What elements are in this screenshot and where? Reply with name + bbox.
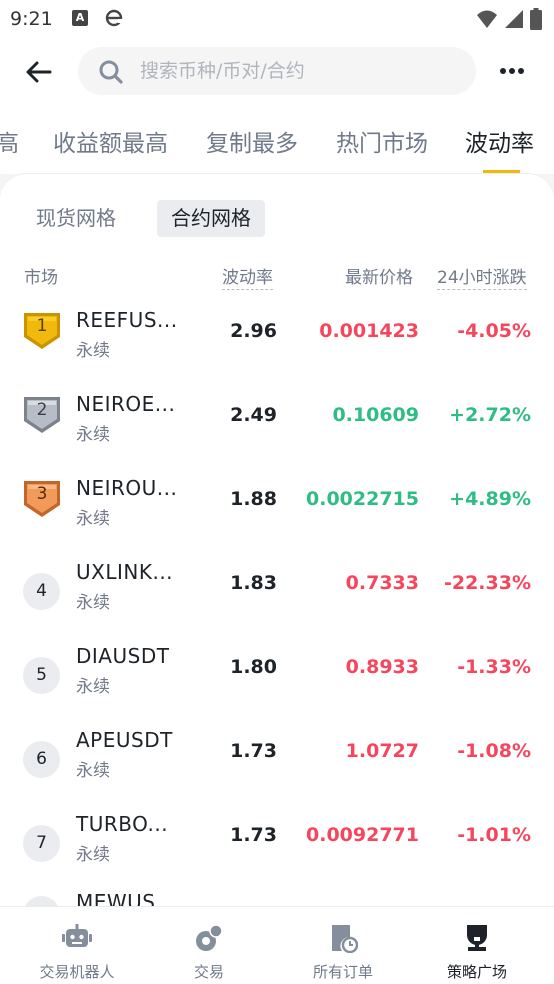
category-tabs: 高 收益额最高 复制最多 热门市场 波动率 bbox=[0, 102, 554, 174]
search-bar[interactable] bbox=[78, 47, 476, 95]
change-24h: -1.08% bbox=[457, 740, 531, 762]
symbol-name: TURBO... bbox=[76, 812, 169, 836]
symbol-name: REEFUS... bbox=[76, 308, 178, 332]
latest-price: 0.7333 bbox=[345, 572, 419, 594]
symbol-name: NEIROE... bbox=[76, 392, 176, 416]
tab-highest-partial[interactable]: 高 bbox=[0, 124, 19, 158]
nav-label: 策略广场 bbox=[446, 963, 507, 981]
latest-price: 0.0092771 bbox=[306, 824, 419, 846]
volatility-value: 1.80 bbox=[230, 656, 277, 678]
volatility-value: 1.73 bbox=[230, 824, 277, 846]
orders-icon bbox=[332, 925, 358, 953]
change-24h: -4.05% bbox=[457, 320, 531, 342]
latest-price: 0.001423 bbox=[319, 320, 419, 342]
nav-label: 交易 bbox=[193, 963, 224, 981]
contract-type: 永续 bbox=[76, 509, 110, 529]
change-24h: +4.89% bbox=[449, 488, 531, 510]
back-arrow-icon[interactable] bbox=[24, 57, 54, 87]
column-24h-change[interactable]: 24小时涨跌 bbox=[437, 263, 527, 290]
header bbox=[0, 40, 554, 102]
trophy-icon bbox=[467, 925, 487, 951]
nav-trade[interactable]: 交易 bbox=[140, 907, 278, 984]
search-input[interactable] bbox=[140, 47, 460, 95]
list-item[interactable]: 2 NEIROE... 永续 2.49 0.10609 +2.72% bbox=[0, 384, 554, 468]
rank-number: 3 bbox=[36, 484, 48, 504]
list-item[interactable]: 6 APEUSDT 永续 1.73 1.0727 -1.08% bbox=[0, 720, 554, 804]
contract-type: 永续 bbox=[76, 593, 110, 613]
volatility-value: 1.73 bbox=[230, 740, 277, 762]
tab-most-copied[interactable]: 复制最多 bbox=[206, 124, 298, 158]
rank-number: 2 bbox=[36, 400, 48, 420]
browser-notification-icon bbox=[105, 9, 123, 27]
latest-price: 0.0022715 bbox=[306, 488, 419, 510]
ranking-card: 现货网格 合约网格 市场 波动率 最新价格 24小时涨跌 1 REEFUS...… bbox=[0, 174, 554, 914]
signal-icon bbox=[505, 10, 523, 28]
latest-price: 0.8933 bbox=[345, 656, 419, 678]
rank-number: 1 bbox=[36, 316, 48, 336]
latest-price: 1.0727 bbox=[345, 740, 419, 762]
volatility-value: 2.49 bbox=[230, 404, 277, 426]
nav-strategy-square[interactable]: 策略广场 bbox=[408, 907, 546, 984]
sub-tab-futures-grid[interactable]: 合约网格 bbox=[157, 200, 265, 237]
nav-label: 所有订单 bbox=[312, 963, 373, 981]
volatility-value: 1.88 bbox=[230, 488, 277, 510]
trade-icon bbox=[196, 924, 223, 951]
contract-type: 永续 bbox=[76, 845, 110, 865]
tab-volatility[interactable]: 波动率 bbox=[465, 124, 534, 158]
list-item[interactable]: 3 NEIROU... 永续 1.88 0.0022715 +4.89% bbox=[0, 468, 554, 552]
volatility-value: 1.83 bbox=[230, 572, 277, 594]
sub-tab-spot-grid[interactable]: 现货网格 bbox=[22, 200, 130, 237]
notification-app-icon: A bbox=[72, 10, 88, 26]
change-24h: -1.33% bbox=[457, 656, 531, 678]
volatility-value: 2.96 bbox=[230, 320, 277, 342]
nav-label: 交易机器人 bbox=[39, 963, 115, 981]
search-icon bbox=[99, 60, 123, 84]
rank-number: 5 bbox=[23, 657, 60, 694]
symbol-name: UXLINK... bbox=[76, 560, 174, 584]
change-24h: +2.72% bbox=[449, 404, 531, 426]
list-item[interactable]: 5 DIAUSDT 永续 1.80 0.8933 -1.33% bbox=[0, 636, 554, 720]
rank-number: 6 bbox=[23, 741, 60, 778]
symbol-name: APEUSDT bbox=[76, 728, 173, 752]
latest-price: 0.10609 bbox=[332, 404, 419, 426]
tab-highest-earnings[interactable]: 收益额最高 bbox=[53, 124, 168, 158]
nav-trading-bots[interactable]: 交易机器人 bbox=[8, 907, 146, 984]
column-market: 市场 bbox=[24, 268, 58, 288]
rank-number: 7 bbox=[23, 825, 60, 862]
change-24h: -22.33% bbox=[443, 572, 531, 594]
contract-type: 永续 bbox=[76, 761, 110, 781]
tab-hot-markets[interactable]: 热门市场 bbox=[336, 124, 428, 158]
status-time: 9:21 bbox=[10, 8, 53, 30]
list-item[interactable]: 1 REEFUS... 永续 2.96 0.001423 -4.05% bbox=[0, 300, 554, 384]
list-item[interactable]: 4 UXLINK... 永续 1.83 0.7333 -22.33% bbox=[0, 552, 554, 636]
change-24h: -1.01% bbox=[457, 824, 531, 846]
list-item[interactable]: 7 TURBO... 永续 1.73 0.0092771 -1.01% bbox=[0, 804, 554, 888]
wifi-icon bbox=[477, 10, 497, 28]
nav-all-orders[interactable]: 所有订单 bbox=[274, 907, 412, 984]
column-latest-price: 最新价格 bbox=[345, 268, 413, 288]
more-options-icon[interactable] bbox=[498, 64, 528, 78]
column-volatility[interactable]: 波动率 bbox=[222, 263, 273, 290]
contract-type: 永续 bbox=[76, 341, 110, 361]
rank-number: 4 bbox=[23, 573, 60, 610]
contract-type: 永续 bbox=[76, 677, 110, 697]
bottom-nav: 交易机器人 交易 所有订单 策略广场 bbox=[0, 906, 554, 984]
contract-type: 永续 bbox=[76, 425, 110, 445]
robot-icon bbox=[62, 924, 92, 947]
symbol-name: NEIROU... bbox=[76, 476, 178, 500]
symbol-name: DIAUSDT bbox=[76, 644, 170, 668]
status-bar: 9:21 A bbox=[0, 0, 554, 40]
battery-icon bbox=[530, 8, 542, 30]
